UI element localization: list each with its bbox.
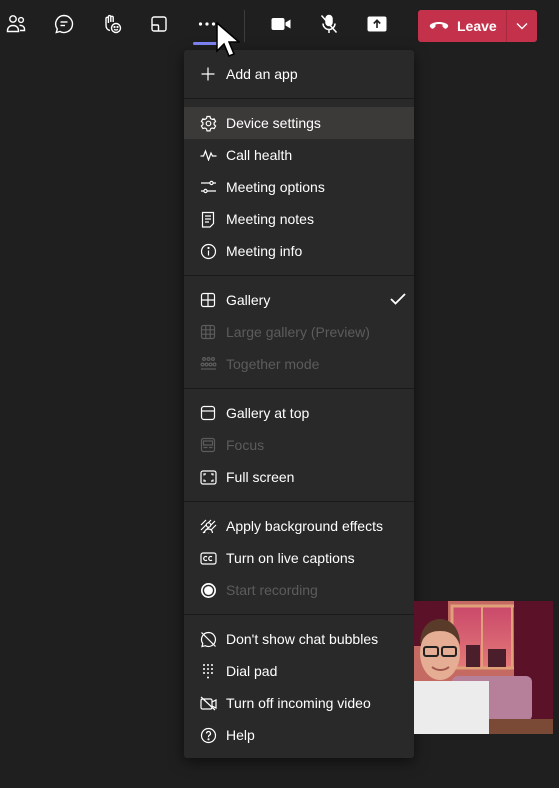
plus-icon (198, 64, 218, 84)
camera-button[interactable] (265, 8, 297, 40)
toolbar-divider (244, 10, 245, 42)
menu-item-focus: Focus (184, 429, 414, 461)
mouse-cursor (216, 22, 240, 57)
menu-item-full-screen[interactable]: Full screen (184, 461, 414, 493)
menu-separator (184, 501, 414, 502)
menu-separator (184, 614, 414, 615)
menu-separator (184, 98, 414, 99)
chat-button[interactable] (48, 8, 80, 40)
record-icon (198, 580, 218, 600)
together-mode-icon (198, 354, 218, 374)
menu-item-label: Device settings (226, 115, 321, 131)
raise-hand-icon (105, 14, 122, 34)
menu-item-apply-background-effects[interactable]: Apply background effects (184, 510, 414, 542)
dialpad-icon (198, 661, 218, 681)
menu-separator (184, 388, 414, 389)
share-button[interactable] (361, 8, 393, 40)
chat-icon (55, 14, 74, 34)
notes-icon (198, 209, 218, 229)
menu-item-gallery[interactable]: Gallery (184, 284, 414, 316)
leave-button-group: Leave (418, 10, 537, 42)
menu-item-label: Start recording (226, 582, 318, 598)
menu-item-label: Focus (226, 437, 265, 453)
gallery-top-icon (198, 403, 218, 423)
menu-item-label: Dial pad (226, 663, 278, 679)
menu-item-label: Meeting info (226, 243, 303, 259)
menu-item-large-gallery-preview: Large gallery (Preview) (184, 316, 414, 348)
menu-item-label: Don't show chat bubbles (226, 631, 379, 647)
self-video-image (414, 601, 553, 734)
menu-item-dial-pad[interactable]: Dial pad (184, 655, 414, 687)
captions-icon (198, 548, 218, 568)
menu-item-label: Gallery (226, 292, 271, 308)
focus-icon (198, 435, 218, 455)
camera-icon (271, 18, 291, 30)
menu-item-label: Help (226, 727, 255, 743)
leave-options-button[interactable] (507, 10, 537, 42)
leave-button[interactable]: Leave (418, 10, 506, 42)
fullscreen-icon (198, 467, 218, 487)
menu-item-label: Meeting options (226, 179, 325, 195)
menu-item-device-settings[interactable]: Device settings (184, 107, 414, 139)
menu-item-label: Add an app (226, 66, 298, 82)
menu-item-turn-on-live-captions[interactable]: Turn on live captions (184, 542, 414, 574)
menu-item-turn-off-incoming-video[interactable]: Turn off incoming video (184, 687, 414, 719)
menu-item-together-mode: Together mode (184, 348, 414, 380)
share-icon (367, 16, 387, 32)
hang-up-icon (429, 22, 449, 29)
menu-item-label: Together mode (226, 356, 320, 372)
background-effects-icon (198, 516, 218, 536)
help-icon (198, 725, 218, 745)
menu-item-meeting-notes[interactable]: Meeting notes (184, 203, 414, 235)
checkmark-icon (390, 292, 406, 308)
more-actions-menu: Add an app Device settings Call health Meet… (184, 50, 414, 758)
menu-item-label: Gallery at top (226, 405, 310, 421)
menu-item-start-recording: Start recording (184, 574, 414, 606)
menu-item-help[interactable]: Help (184, 719, 414, 751)
large-gallery-icon (198, 322, 218, 342)
info-icon (198, 241, 218, 261)
menu-separator (184, 275, 414, 276)
menu-item-gallery-at-top[interactable]: Gallery at top (184, 397, 414, 429)
meeting-toolbar: Leave (0, 0, 559, 52)
menu-item-label: Apply background effects (226, 518, 383, 534)
people-button[interactable] (0, 8, 32, 40)
gallery-icon (198, 290, 218, 310)
chevron-down-icon (516, 23, 528, 30)
pulse-icon (198, 145, 218, 165)
menu-item-meeting-info[interactable]: Meeting info (184, 235, 414, 267)
chat-bubbles-off-icon (198, 629, 218, 649)
sliders-icon (198, 177, 218, 197)
menu-item-call-health[interactable]: Call health (184, 139, 414, 171)
reactions-button[interactable] (96, 8, 128, 40)
menu-item-label: Turn on live captions (226, 550, 355, 566)
gear-icon (198, 113, 218, 133)
self-video-preview[interactable] (414, 601, 553, 734)
menu-item-label: Call health (226, 147, 293, 163)
mic-off-icon (320, 14, 338, 33)
people-icon (6, 15, 26, 33)
menu-item-meeting-options[interactable]: Meeting options (184, 171, 414, 203)
mic-button[interactable] (313, 8, 345, 40)
menu-item-label: Turn off incoming video (226, 695, 371, 711)
menu-item-label: Full screen (226, 469, 295, 485)
menu-item-don-t-show-chat-bubbles[interactable]: Don't show chat bubbles (184, 623, 414, 655)
rooms-button[interactable] (143, 8, 175, 40)
more-icon (198, 22, 216, 26)
leave-label: Leave (457, 18, 497, 34)
menu-item-label: Meeting notes (226, 211, 314, 227)
breakout-rooms-icon (151, 16, 167, 32)
menu-item-add-an-app[interactable]: Add an app (184, 58, 414, 90)
menu-item-label: Large gallery (Preview) (226, 324, 370, 340)
video-off-icon (198, 693, 218, 713)
